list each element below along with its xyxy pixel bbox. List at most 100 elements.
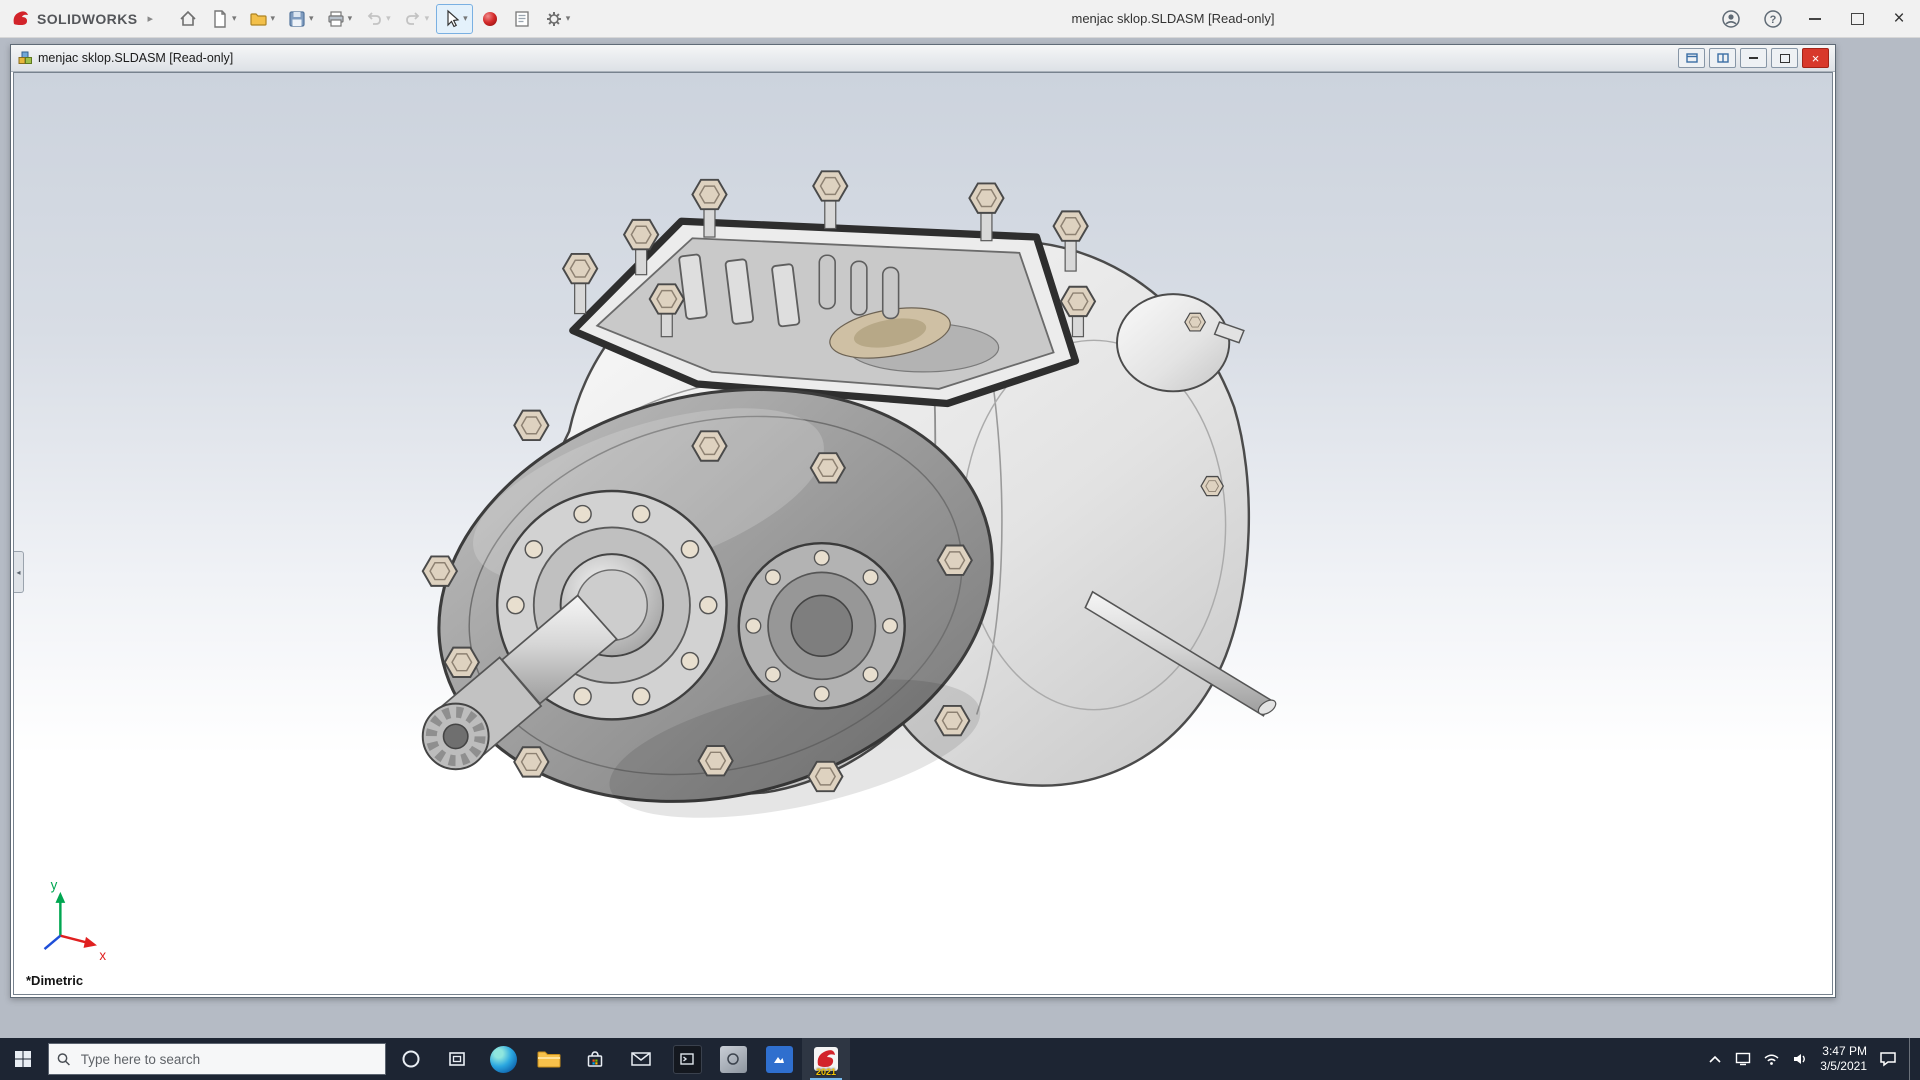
assembly-document-icon (17, 50, 33, 66)
app-icon-dark (673, 1045, 702, 1074)
pinned-app-button-1[interactable] (664, 1038, 710, 1080)
redo-button[interactable]: ▾ (398, 4, 435, 34)
redo-icon (403, 9, 423, 29)
action-center-icon[interactable] (1879, 1051, 1897, 1067)
edge-button[interactable] (480, 1038, 526, 1080)
volume-icon[interactable] (1792, 1052, 1808, 1066)
task-view-button[interactable] (434, 1038, 480, 1080)
window-controls: ? × (1710, 0, 1920, 37)
solidworks-logo: SOLIDWORKS (10, 8, 137, 30)
taskbar-search-input[interactable] (79, 1051, 377, 1068)
file-explorer-icon (536, 1048, 562, 1070)
close-icon: × (1893, 9, 1904, 28)
tray-display-icon[interactable] (1735, 1052, 1751, 1066)
doc-restore-button[interactable] (1771, 48, 1798, 68)
mail-icon (630, 1050, 652, 1068)
taskbar-clock[interactable]: 3:47 PM 3/5/2021 (1820, 1044, 1867, 1074)
print-button[interactable]: ▾ (321, 4, 358, 34)
doc-restore-icon (1780, 54, 1790, 63)
svg-text:?: ? (1770, 14, 1777, 26)
minimize-icon (1809, 18, 1821, 20)
user-icon (1721, 9, 1741, 29)
search-icon (57, 1052, 71, 1067)
main-toolbar: ▾ ▾ ▾ ▾ ▾ (173, 4, 575, 34)
show-desktop-button[interactable] (1909, 1038, 1916, 1080)
triad-x-label: x (99, 948, 106, 963)
menu-expand-arrow[interactable]: ▸ (147, 12, 153, 25)
gear-icon (544, 9, 564, 29)
help-button[interactable]: ? (1752, 0, 1794, 37)
clock-time: 3:47 PM (1820, 1044, 1867, 1059)
orientation-triad: y x (45, 878, 107, 963)
new-document-icon (210, 9, 230, 29)
view-orientation-label: *Dimetric (26, 973, 83, 988)
save-button[interactable]: ▾ (282, 4, 319, 34)
options-button[interactable]: ▾ (539, 4, 576, 34)
document-properties-button[interactable] (507, 4, 537, 34)
pinned-app-button-3[interactable] (756, 1038, 802, 1080)
select-arrow-icon (441, 9, 461, 29)
brand-text: SOLIDWORKS (37, 11, 137, 27)
app-titlebar: SOLIDWORKS ▸ ▾ ▾ ▾ (0, 0, 1920, 38)
home-icon (178, 9, 198, 29)
task-view-icon (447, 1049, 467, 1069)
solidworks-taskbar-button[interactable]: 2021 (802, 1038, 850, 1080)
windows-logo-icon (14, 1050, 32, 1068)
undo-icon (364, 9, 384, 29)
save-icon (287, 9, 307, 29)
taskbar-search[interactable] (48, 1043, 386, 1075)
doc-close-button[interactable]: × (1802, 48, 1829, 68)
open-button[interactable]: ▾ (244, 4, 281, 34)
account-button[interactable] (1710, 0, 1752, 37)
network-wifi-icon[interactable] (1763, 1052, 1780, 1066)
cortana-icon (401, 1049, 421, 1069)
red-sphere-icon (480, 9, 500, 29)
cortana-button[interactable] (388, 1038, 434, 1080)
doc-close-icon: × (1812, 52, 1820, 65)
maximize-icon (1851, 13, 1864, 25)
start-button[interactable] (0, 1038, 46, 1080)
help-icon: ? (1763, 9, 1783, 29)
maximize-button[interactable] (1836, 0, 1878, 37)
3dexperience-button[interactable] (475, 4, 505, 34)
home-button[interactable] (173, 4, 203, 34)
pinned-app-button-2[interactable] (710, 1038, 756, 1080)
triad-y-label: y (51, 878, 58, 893)
doc-minimize-icon (1749, 57, 1758, 59)
system-tray: 3:47 PM 3/5/2021 (1707, 1038, 1920, 1080)
windows-taskbar: 2021 3:47 PM 3/5/2021 (0, 1038, 1920, 1080)
document-titlebar[interactable]: menjac sklop.SLDASM [Read-only] × (11, 45, 1835, 72)
split-window-icon (1717, 53, 1729, 63)
panel-collapse-arrow[interactable]: ◂ (14, 551, 24, 593)
mail-button[interactable] (618, 1038, 664, 1080)
close-button[interactable]: × (1878, 0, 1920, 37)
tray-expand-chevron-icon[interactable] (1707, 1053, 1723, 1066)
app-icon-blue (766, 1046, 793, 1073)
minimize-button[interactable] (1794, 0, 1836, 37)
print-icon (326, 9, 346, 29)
clock-date: 3/5/2021 (1820, 1059, 1867, 1074)
undo-button[interactable]: ▾ (359, 4, 396, 34)
solidworks-logo-icon (10, 8, 32, 30)
solidworks-year-badge: 2021 (802, 1067, 850, 1077)
microsoft-store-button[interactable] (572, 1038, 618, 1080)
split-window-button[interactable] (1709, 48, 1736, 68)
store-icon (585, 1049, 605, 1069)
dock-window-icon (1686, 53, 1698, 63)
dock-window-button[interactable] (1678, 48, 1705, 68)
app-icon-gray (720, 1046, 747, 1073)
document-title: menjac sklop.SLDASM [Read-only] (38, 51, 233, 65)
graphics-area[interactable]: y x ◂ *Dimetric (13, 72, 1833, 995)
gearbox-3d-model[interactable]: y x (14, 73, 1832, 994)
document-properties-icon (512, 9, 532, 29)
new-document-button[interactable]: ▾ (205, 4, 242, 34)
document-window: menjac sklop.SLDASM [Read-only] × (10, 44, 1836, 998)
edge-icon (490, 1046, 517, 1073)
select-tool-button[interactable]: ▾ (436, 4, 473, 34)
file-explorer-button[interactable] (526, 1038, 572, 1080)
open-folder-icon (249, 9, 269, 29)
window-title: menjac sklop.SLDASM [Read-only] (1071, 0, 1274, 37)
bearing-flange-right (739, 543, 905, 708)
document-window-buttons: × (1678, 48, 1829, 68)
doc-minimize-button[interactable] (1740, 48, 1767, 68)
